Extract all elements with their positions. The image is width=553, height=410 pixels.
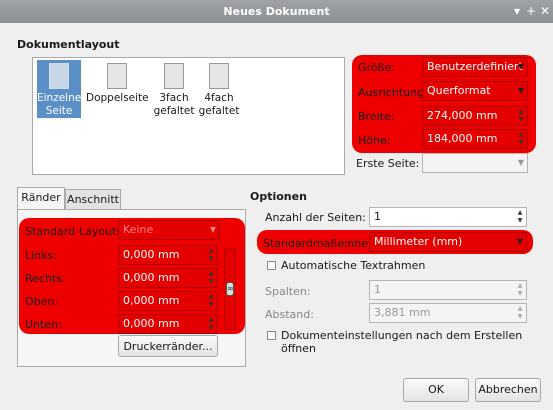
width-spinbox[interactable]: 274,000 mm ▲ ▼ (422, 106, 528, 126)
spin-arrows-icon[interactable]: ▲ ▼ (207, 293, 215, 309)
preset-layout-label: Standard-Layouts: (25, 225, 126, 238)
maximize-icon[interactable]: + (524, 4, 538, 18)
chevron-down-icon: ▼ (209, 225, 216, 234)
first-page-select[interactable]: ▼ (422, 153, 528, 173)
tab-margins[interactable]: Ränder (17, 187, 65, 209)
margin-bottom-spinbox[interactable]: 0,000 mm ▲ ▼ (118, 314, 218, 334)
spin-arrows-icon[interactable]: ▲ ▼ (207, 247, 215, 263)
height-spinbox[interactable]: 184,000 mm ▲ ▼ (422, 129, 528, 149)
window-titlebar: Neues Dokument (0, 0, 553, 23)
open-settings-checkbox[interactable] (267, 331, 276, 340)
double-page-icon (107, 63, 127, 89)
options-section-title: Optionen (250, 190, 307, 203)
layout-option-3fold[interactable]: 3fach gefaltet (153, 60, 195, 118)
layout-option-label: Doppelseite (86, 92, 149, 104)
window-title: Neues Dokument (223, 5, 330, 18)
margin-top-label: Oben: (25, 295, 59, 308)
spin-arrows-icon[interactable]: ▲ ▼ (207, 270, 215, 286)
orientation-label: Ausrichtung: (358, 86, 428, 99)
page-count-spinbox[interactable]: 1 ▲ ▼ (369, 207, 527, 227)
gap-spinbox[interactable]: 3,881 mm ▲ ▼ (369, 303, 527, 323)
size-select[interactable]: Benutzerdefiniert ▼ (422, 57, 528, 77)
margin-top-spinbox[interactable]: 0,000 mm ▲ ▼ (118, 291, 218, 311)
layout-option-single[interactable]: Einzelne Seite (37, 60, 81, 118)
chevron-down-icon: ▼ (517, 62, 524, 71)
spin-arrows-icon[interactable]: ▲ ▼ (516, 282, 524, 298)
width-label: Breite: (358, 110, 395, 123)
layout-option-label: gefaltet (153, 105, 195, 117)
margin-left-spinbox[interactable]: 0,000 mm ▲ ▼ (118, 245, 218, 265)
printer-margins-button[interactable]: Druckerränder... (118, 335, 218, 357)
layout-option-label: gefaltet (198, 105, 240, 117)
auto-text-frames-checkbox[interactable] (267, 261, 276, 270)
tab-bleed[interactable]: Anschnitt (65, 189, 121, 209)
chevron-down-icon: ▼ (517, 158, 524, 167)
close-icon[interactable]: ✕ (538, 4, 552, 18)
spin-arrows-icon[interactable]: ▲ ▼ (207, 316, 215, 332)
layout-option-double[interactable]: Doppelseite (86, 60, 149, 118)
layout-option-label: Seite (45, 105, 73, 117)
margin-right-spinbox[interactable]: 0,000 mm ▲ ▼ (118, 268, 218, 288)
margin-left-label: Links: (25, 249, 57, 262)
gap-label: Abstand: (265, 308, 314, 321)
orientation-select[interactable]: Querformat ▼ (422, 81, 528, 101)
margin-bottom-label: Unten: (25, 318, 62, 331)
page-count-label: Anzahl der Seiten: (265, 211, 366, 224)
layout-section-title: Dokumentlayout (17, 38, 120, 51)
layout-option-4fold[interactable]: 4fach gefaltet (198, 60, 240, 118)
minimize-icon[interactable]: ▾ (510, 4, 524, 18)
default-unit-label: Standardmaßeinheit: (263, 237, 380, 250)
open-settings-label: Dokumenteinstellungen nach dem Erstellen… (281, 329, 523, 355)
spin-arrows-icon[interactable]: ▲ ▼ (516, 305, 524, 321)
preset-layout-select[interactable]: Keine ▼ (118, 220, 220, 240)
columns-label: Spalten: (265, 285, 311, 298)
ok-button[interactable]: OK (403, 378, 469, 402)
height-label: Höhe: (358, 134, 391, 147)
margin-right-label: Rechts: (25, 272, 66, 285)
first-page-label: Erste Seite: (356, 157, 420, 170)
single-page-icon (49, 63, 69, 89)
layout-option-label: 3fach (159, 92, 189, 104)
layout-option-label: 4fach (204, 92, 234, 104)
size-label: Größe: (358, 61, 395, 74)
default-unit-select[interactable]: Millimeter (mm) ▼ (369, 232, 527, 252)
chevron-down-icon: ▼ (517, 86, 524, 95)
cancel-button[interactable]: Abbrechen (475, 378, 541, 402)
layout-option-label: Einzelne (37, 92, 82, 104)
auto-text-frames-label: Automatische Textrahmen (281, 259, 426, 272)
trifold-page-icon (164, 63, 184, 89)
chain-link-icon[interactable]: ∞ (226, 282, 234, 296)
columns-spinbox[interactable]: 1 ▲ ▼ (369, 280, 527, 300)
fourfold-page-icon (209, 63, 229, 89)
chevron-down-icon: ▼ (516, 237, 523, 246)
spin-arrows-icon[interactable]: ▲ ▼ (517, 131, 525, 147)
spin-arrows-icon[interactable]: ▲ ▼ (516, 209, 524, 225)
spin-arrows-icon[interactable]: ▲ ▼ (517, 108, 525, 124)
